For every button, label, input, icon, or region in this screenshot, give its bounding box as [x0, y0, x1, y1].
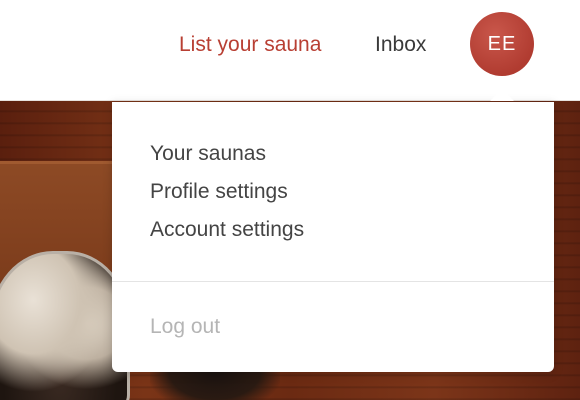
menu-divider	[112, 281, 554, 282]
inbox-link[interactable]: Inbox	[375, 31, 426, 59]
dropdown-caret-icon	[490, 89, 514, 101]
menu-item-account-settings[interactable]: Account settings	[150, 216, 304, 244]
top-navigation-bar: List your sauna Inbox EE	[0, 0, 580, 101]
sauna-stones-basket-image	[0, 251, 130, 400]
user-menu-dropdown: Your saunas Profile settings Account set…	[112, 102, 554, 372]
menu-item-log-out[interactable]: Log out	[150, 313, 220, 341]
list-your-sauna-link[interactable]: List your sauna	[179, 31, 321, 59]
user-avatar-button[interactable]: EE	[470, 12, 534, 76]
menu-item-profile-settings[interactable]: Profile settings	[150, 178, 288, 206]
avatar-initials: EE	[487, 32, 517, 55]
menu-item-your-saunas[interactable]: Your saunas	[150, 140, 266, 168]
